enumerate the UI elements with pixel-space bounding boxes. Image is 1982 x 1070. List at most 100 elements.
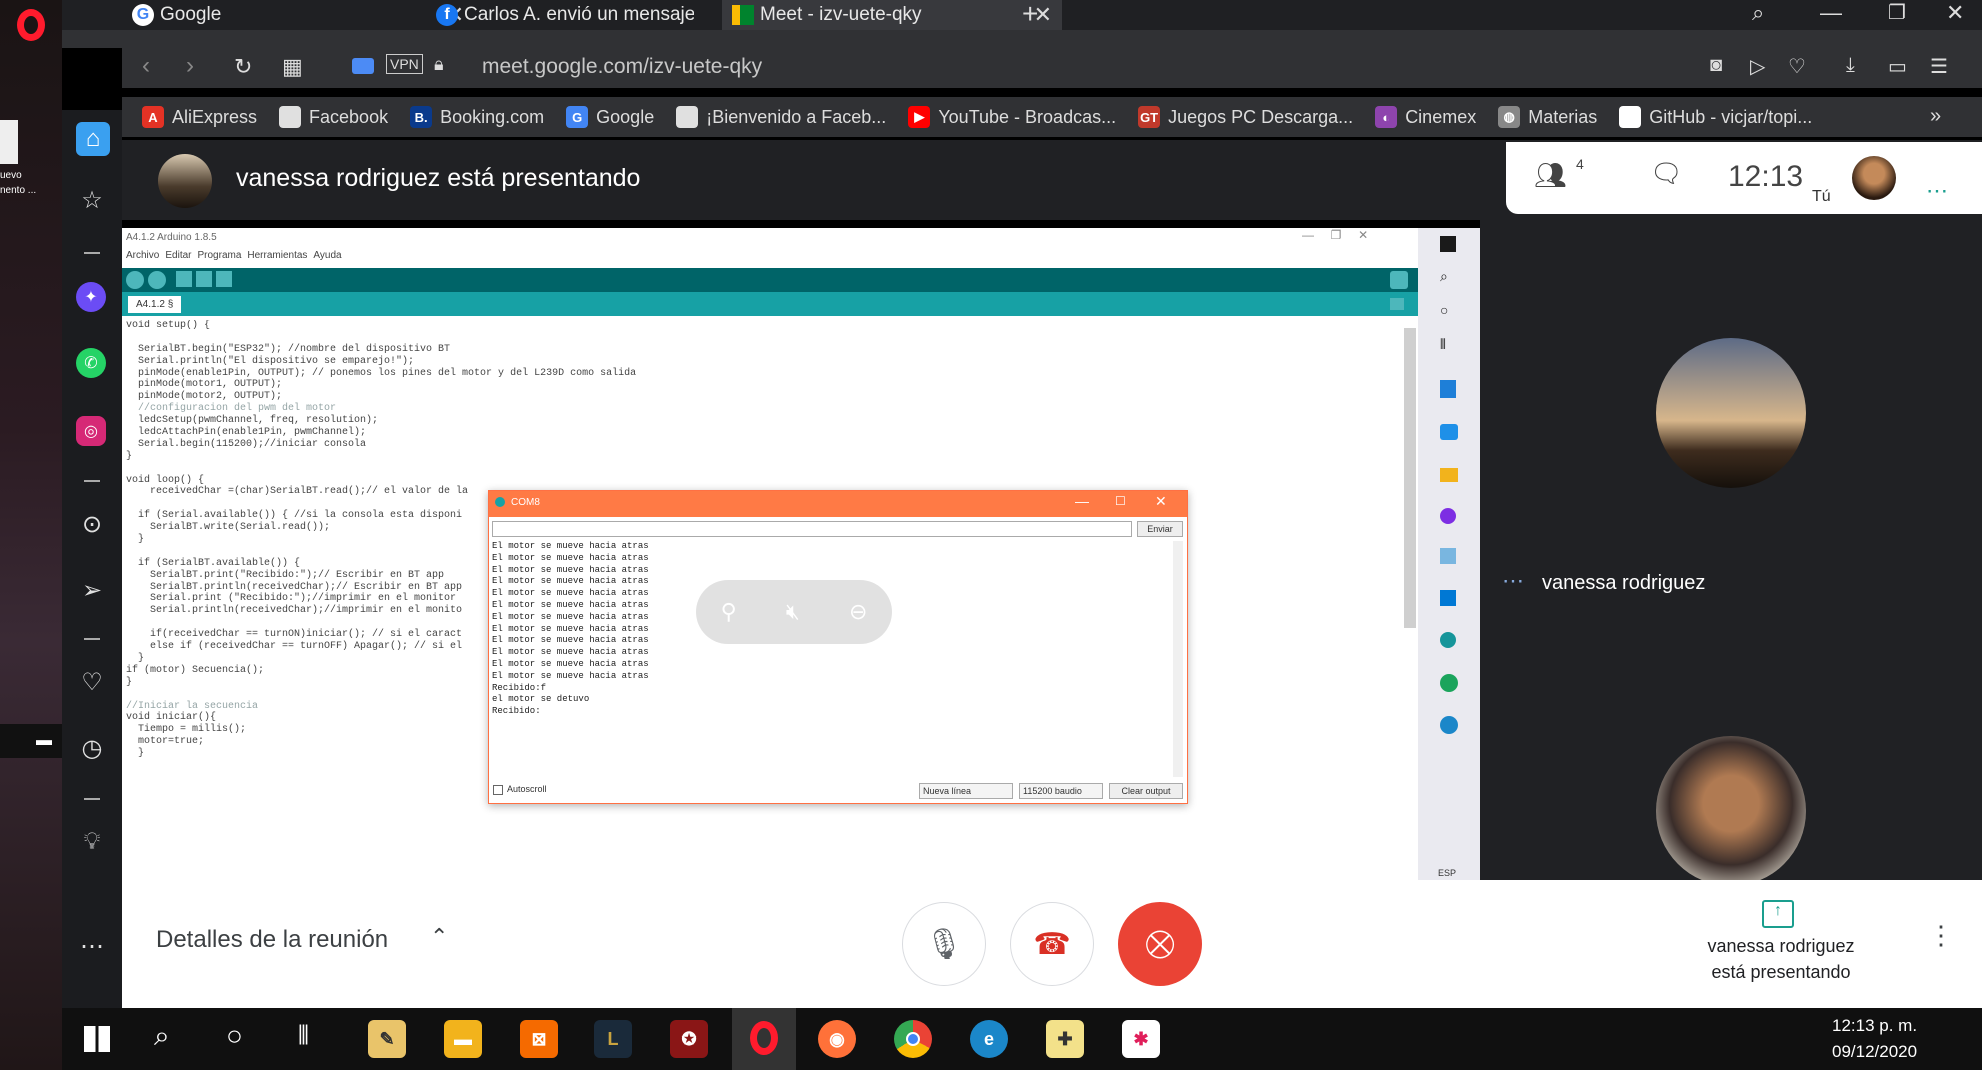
chat-icon[interactable]: 🗨︎ [1650, 158, 1683, 189]
baud-select[interactable]: 115200 baudio [1019, 783, 1103, 799]
arduino-window-controls[interactable]: — ❐ ✕ [1302, 228, 1368, 242]
home-icon[interactable]: ⌂ [76, 122, 110, 156]
grid-icon[interactable]: ▦ [282, 54, 303, 80]
present-icon[interactable]: ↑ [1762, 900, 1794, 928]
back-icon[interactable]: ‹ [142, 52, 150, 80]
whatsapp-icon[interactable]: ✆ [76, 348, 106, 378]
lightbulb-icon[interactable]: 💡︎ [76, 826, 108, 858]
chrome-icon[interactable] [894, 1020, 932, 1058]
league-icon[interactable]: L [594, 1020, 632, 1058]
app-icon[interactable]: ✎ [368, 1020, 406, 1058]
player-icon[interactable]: ⊙ [76, 508, 108, 540]
xampp-icon[interactable]: ⊠ [520, 1020, 558, 1058]
bookmark-item[interactable]: GT Juegos PC Descarga... [1138, 106, 1353, 128]
bookmark-item[interactable]: Facebook [279, 106, 388, 128]
remote-github-icon[interactable] [1440, 508, 1456, 524]
search-icon[interactable]: ⌕ [154, 1020, 170, 1053]
tab-facebook[interactable]: f Carlos A. envió un mensaje ✕ [426, 0, 766, 30]
more-bookmarks-icon[interactable]: » [1930, 105, 1941, 128]
remote-vscode-icon[interactable] [1440, 590, 1456, 606]
sketch-tab[interactable]: A4.1.2 § [128, 296, 182, 313]
reload-icon[interactable]: ↻ [234, 54, 252, 80]
battery-icon[interactable]: ▭ [1888, 54, 1907, 79]
send-button[interactable]: Enviar [1137, 521, 1183, 537]
mute-icon[interactable]: 🔇︎ [786, 599, 800, 625]
cortana-icon[interactable]: ○ [226, 1020, 243, 1052]
bookmark-item[interactable]: ◐ Cinemex [1375, 106, 1476, 128]
serial-close-icon[interactable]: ✕ [1155, 493, 1167, 510]
remote-arduino-icon[interactable] [1440, 632, 1456, 648]
arduino-menu-item[interactable]: Editar [165, 250, 191, 261]
menu-icon[interactable]: ☰ [1930, 54, 1948, 79]
clear-output-button[interactable]: Clear output [1109, 783, 1183, 799]
download-icon[interactable]: ⤓ [1846, 54, 1855, 77]
serial-maximize-icon[interactable]: ☐ [1115, 494, 1126, 508]
bookmark-item[interactable]: G Google [566, 106, 654, 128]
remote-folder-icon[interactable] [1440, 468, 1458, 482]
task-view-icon[interactable]: ⫴ [298, 1020, 309, 1052]
pin-icon[interactable]: ⚲ [721, 599, 737, 625]
more-options-icon[interactable]: ⋯ [76, 930, 108, 962]
remote-start-icon[interactable] [1440, 236, 1456, 252]
tab-menu-icon[interactable] [1390, 298, 1404, 310]
tab-meet[interactable]: Meet - izv-uete-qky ✕ [722, 0, 1062, 30]
bookmark-item[interactable]: ¡Bienvenido a Faceb... [676, 106, 886, 128]
messenger-icon[interactable]: ✦ [76, 282, 106, 312]
snapshot-icon[interactable]: ◙ [1710, 54, 1722, 77]
opera-logo[interactable] [0, 0, 62, 50]
sticky-app-icon[interactable]: ✚ [1046, 1020, 1084, 1058]
remove-icon[interactable]: ⊖ [849, 599, 867, 625]
new-sketch-icon[interactable] [176, 271, 192, 287]
new-tab-button[interactable]: + [1022, 0, 1038, 28]
upload-icon[interactable] [148, 271, 166, 289]
save-sketch-icon[interactable] [216, 271, 232, 287]
microphone-button[interactable]: 🎙︎ [902, 902, 986, 986]
open-sketch-icon[interactable] [196, 271, 212, 287]
search-tabs-icon[interactable]: ⌕ [1752, 0, 1764, 26]
line-ending-select[interactable]: Nueva línea [919, 783, 1013, 799]
more-options-icon[interactable]: ⋮ [1928, 920, 1954, 951]
file-explorer-icon[interactable]: ▬ [444, 1020, 482, 1058]
camera-site-icon[interactable] [352, 58, 374, 74]
serial-input[interactable] [492, 521, 1132, 537]
remote-cortana-icon[interactable]: ○ [1440, 302, 1448, 318]
camera-off-button[interactable]: ⛒ [1118, 902, 1202, 986]
firefox-icon[interactable]: ◉ [818, 1020, 856, 1058]
chevron-up-icon[interactable]: ⌃ [430, 924, 448, 950]
remote-app-icon[interactable] [1440, 380, 1456, 398]
meeting-details-label[interactable]: Detalles de la reunión [156, 926, 388, 954]
remote-edge-icon[interactable] [1440, 674, 1458, 692]
heart-icon[interactable]: ♡ [1788, 54, 1806, 79]
url-field[interactable]: meet.google.com/izv-uete-qky [482, 55, 762, 79]
arduino-menu-item[interactable]: Ayuda [313, 250, 341, 261]
self-avatar[interactable] [1852, 156, 1896, 200]
remote-edge2-icon[interactable] [1440, 716, 1458, 734]
arduino-menu-item[interactable]: Programa [197, 250, 241, 261]
participant-options-icon[interactable]: ⋯ [1502, 568, 1524, 594]
desktop-chat-icon[interactable]: ▬ [0, 724, 62, 758]
desktop-file-icon[interactable] [0, 120, 18, 164]
arduino-menu-item[interactable]: Archivo [126, 250, 159, 261]
star-icon[interactable]: ☆ [76, 184, 108, 216]
history-icon[interactable]: ◷ [76, 732, 108, 764]
start-icon[interactable] [84, 1026, 110, 1052]
remote-app2-icon[interactable] [1440, 548, 1456, 564]
bookmark-item[interactable]: A AliExpress [142, 106, 257, 128]
bookmark-item[interactable]: B. Booking.com [410, 106, 544, 128]
remote-search-icon[interactable]: ⌕ [1440, 268, 1448, 285]
bookmark-item[interactable]: ◉ GitHub - vicjar/topi... [1619, 106, 1812, 128]
remote-taskview-icon[interactable]: ⫴ [1440, 336, 1446, 353]
edge-icon[interactable]: e [970, 1020, 1008, 1058]
arduino-menu-item[interactable]: Herramientas [247, 250, 307, 261]
send-icon[interactable]: ▷ [1750, 54, 1765, 79]
editor-scrollbar[interactable] [1404, 328, 1416, 628]
serial-monitor-icon[interactable] [1390, 271, 1408, 289]
verify-icon[interactable] [126, 271, 144, 289]
heart-sidebar-icon[interactable]: ♡ [76, 666, 108, 698]
bookmark-item[interactable]: ◍ Materias [1498, 106, 1597, 128]
serial-minimize-icon[interactable]: — [1075, 493, 1089, 509]
bookmark-item[interactable]: ▶ YouTube - Broadcas... [908, 106, 1116, 128]
instagram-icon[interactable]: ◎ [76, 416, 106, 446]
minimize-icon[interactable]: — [1820, 0, 1842, 26]
serial-scrollbar[interactable] [1173, 541, 1183, 777]
